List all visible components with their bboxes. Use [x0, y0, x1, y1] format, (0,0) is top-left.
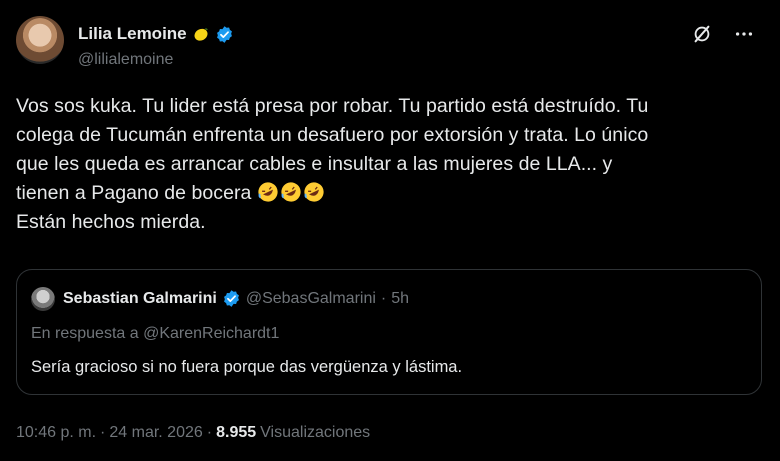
verified-badge-icon [216, 25, 232, 43]
quote-author-avatar [31, 287, 55, 311]
tweet-text: Vos sos kuka. Tu lider está presa por ro… [16, 92, 756, 237]
footer-separator: · [206, 424, 213, 441]
quote-author-handle: @SebasGalmarini [245, 289, 376, 307]
quote-text: Sería gracioso si no fuera porque das ve… [31, 358, 463, 376]
tweet-line: colega de Tucumán enfrenta un desafuero … [16, 124, 649, 146]
laughing-emoji-icon [304, 182, 324, 202]
reply-prefix: En respuesta a [31, 325, 144, 342]
tweet-line: Vos sos kuka. Tu lider está presa por ro… [16, 95, 649, 117]
tweet-actions-top [690, 22, 756, 46]
quote-separator: · [380, 289, 387, 307]
author-name-row[interactable]: Lilia Lemoine [78, 24, 234, 44]
author-name[interactable]: Lilia Lemoine [78, 24, 187, 44]
author-avatar[interactable] [16, 16, 64, 64]
tweet-time[interactable]: 10:46 p. m. [16, 424, 96, 442]
lemon-icon [194, 28, 208, 41]
footer-separator: · [100, 424, 106, 441]
tweet-line: tienen a Pagano de bocera [16, 182, 252, 204]
quote-time: 5h [391, 289, 410, 307]
quote-header: Sebastian Galmarini @SebasGalmarini · 5h [63, 289, 409, 308]
quoted-tweet[interactable]: Sebastian Galmarini @SebasGalmarini · 5h… [16, 269, 762, 395]
quote-reply-context: En respuesta a @KarenReichardt1 [31, 325, 279, 343]
verified-badge-icon [223, 290, 239, 307]
tweet-line: Están hechos mierda. [16, 211, 206, 233]
tweet-line: que les queda es arrancar cables e insul… [16, 153, 613, 175]
reply-handle: @KarenReichardt1 [143, 325, 280, 342]
more-options-icon[interactable] [732, 22, 756, 46]
views-count: 8.955 [216, 424, 257, 441]
grok-icon[interactable] [690, 22, 714, 46]
tweet-footer: 10:46 p. m. · 24 mar. 2026 · 8.955 Visua… [16, 424, 370, 442]
quote-author-name: Sebastian Galmarini [63, 289, 217, 307]
views-label: Visualizaciones [260, 424, 371, 441]
tweet-date[interactable]: 24 mar. 2026 [109, 424, 202, 442]
laughing-emoji-icon [258, 182, 278, 202]
author-handle[interactable]: @lilialemoine [78, 51, 173, 69]
laughing-emoji-icon [281, 182, 301, 202]
